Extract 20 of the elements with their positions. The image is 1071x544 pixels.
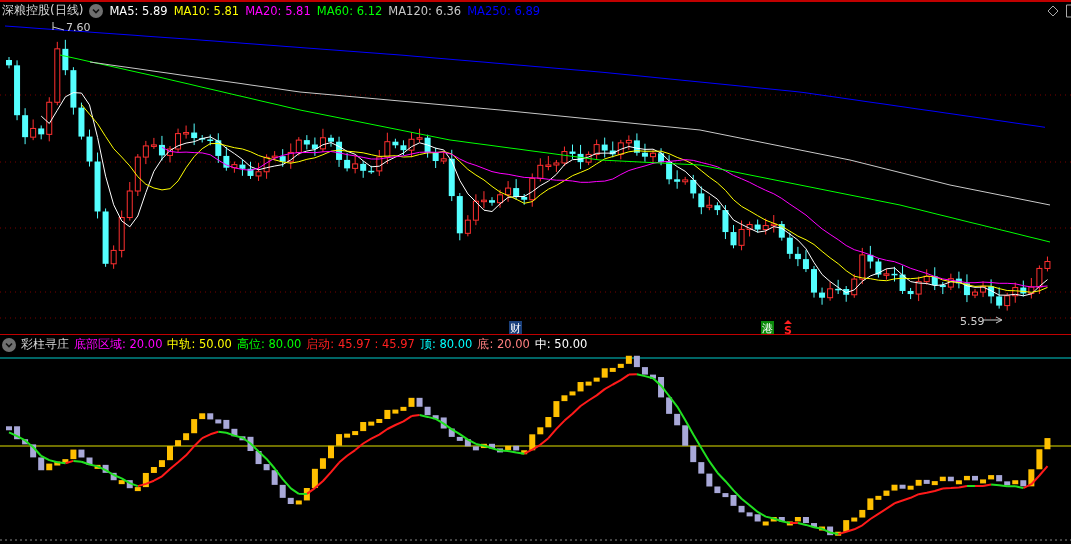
chart-title: 深粮控股(日线) [2,2,84,20]
ma-legend-value: MA250: 6.89 [467,3,541,18]
high-price-label: 7.60 [66,20,91,34]
ma-legend-value: MA5: 5.89 [109,3,168,18]
indicator-legend-value: 顶: 80.00 [419,337,473,353]
indicator-legend-value: 底部区域: 20.00 [74,337,163,353]
indicator-legend-value: 高位: 80.00 [236,337,302,353]
event-marker[interactable]: 港 [761,320,774,334]
ma-legend-value: MA60: 6.12 [316,3,383,18]
low-price-label: 5.59 [960,314,985,328]
indicator-legend-value: 中轨: 50.00 [167,337,232,353]
indicator-legend-value: 启动: 45.97 : 45.97 [306,337,415,353]
ma-legend-value: MA120: 6.36 [388,3,462,18]
ma-legend-value: MA10: 5.81 [173,3,240,18]
indicator-title: 彩柱寻庄 [21,336,69,354]
signal-marker: S [784,323,792,334]
event-marker[interactable]: 财 [509,320,522,334]
indicator-legend-value: 中: 50.00 [534,337,588,353]
ma-legend-value: MA20: 5.81 [245,3,311,18]
indicator-legend-value: 底: 20.00 [477,337,530,353]
